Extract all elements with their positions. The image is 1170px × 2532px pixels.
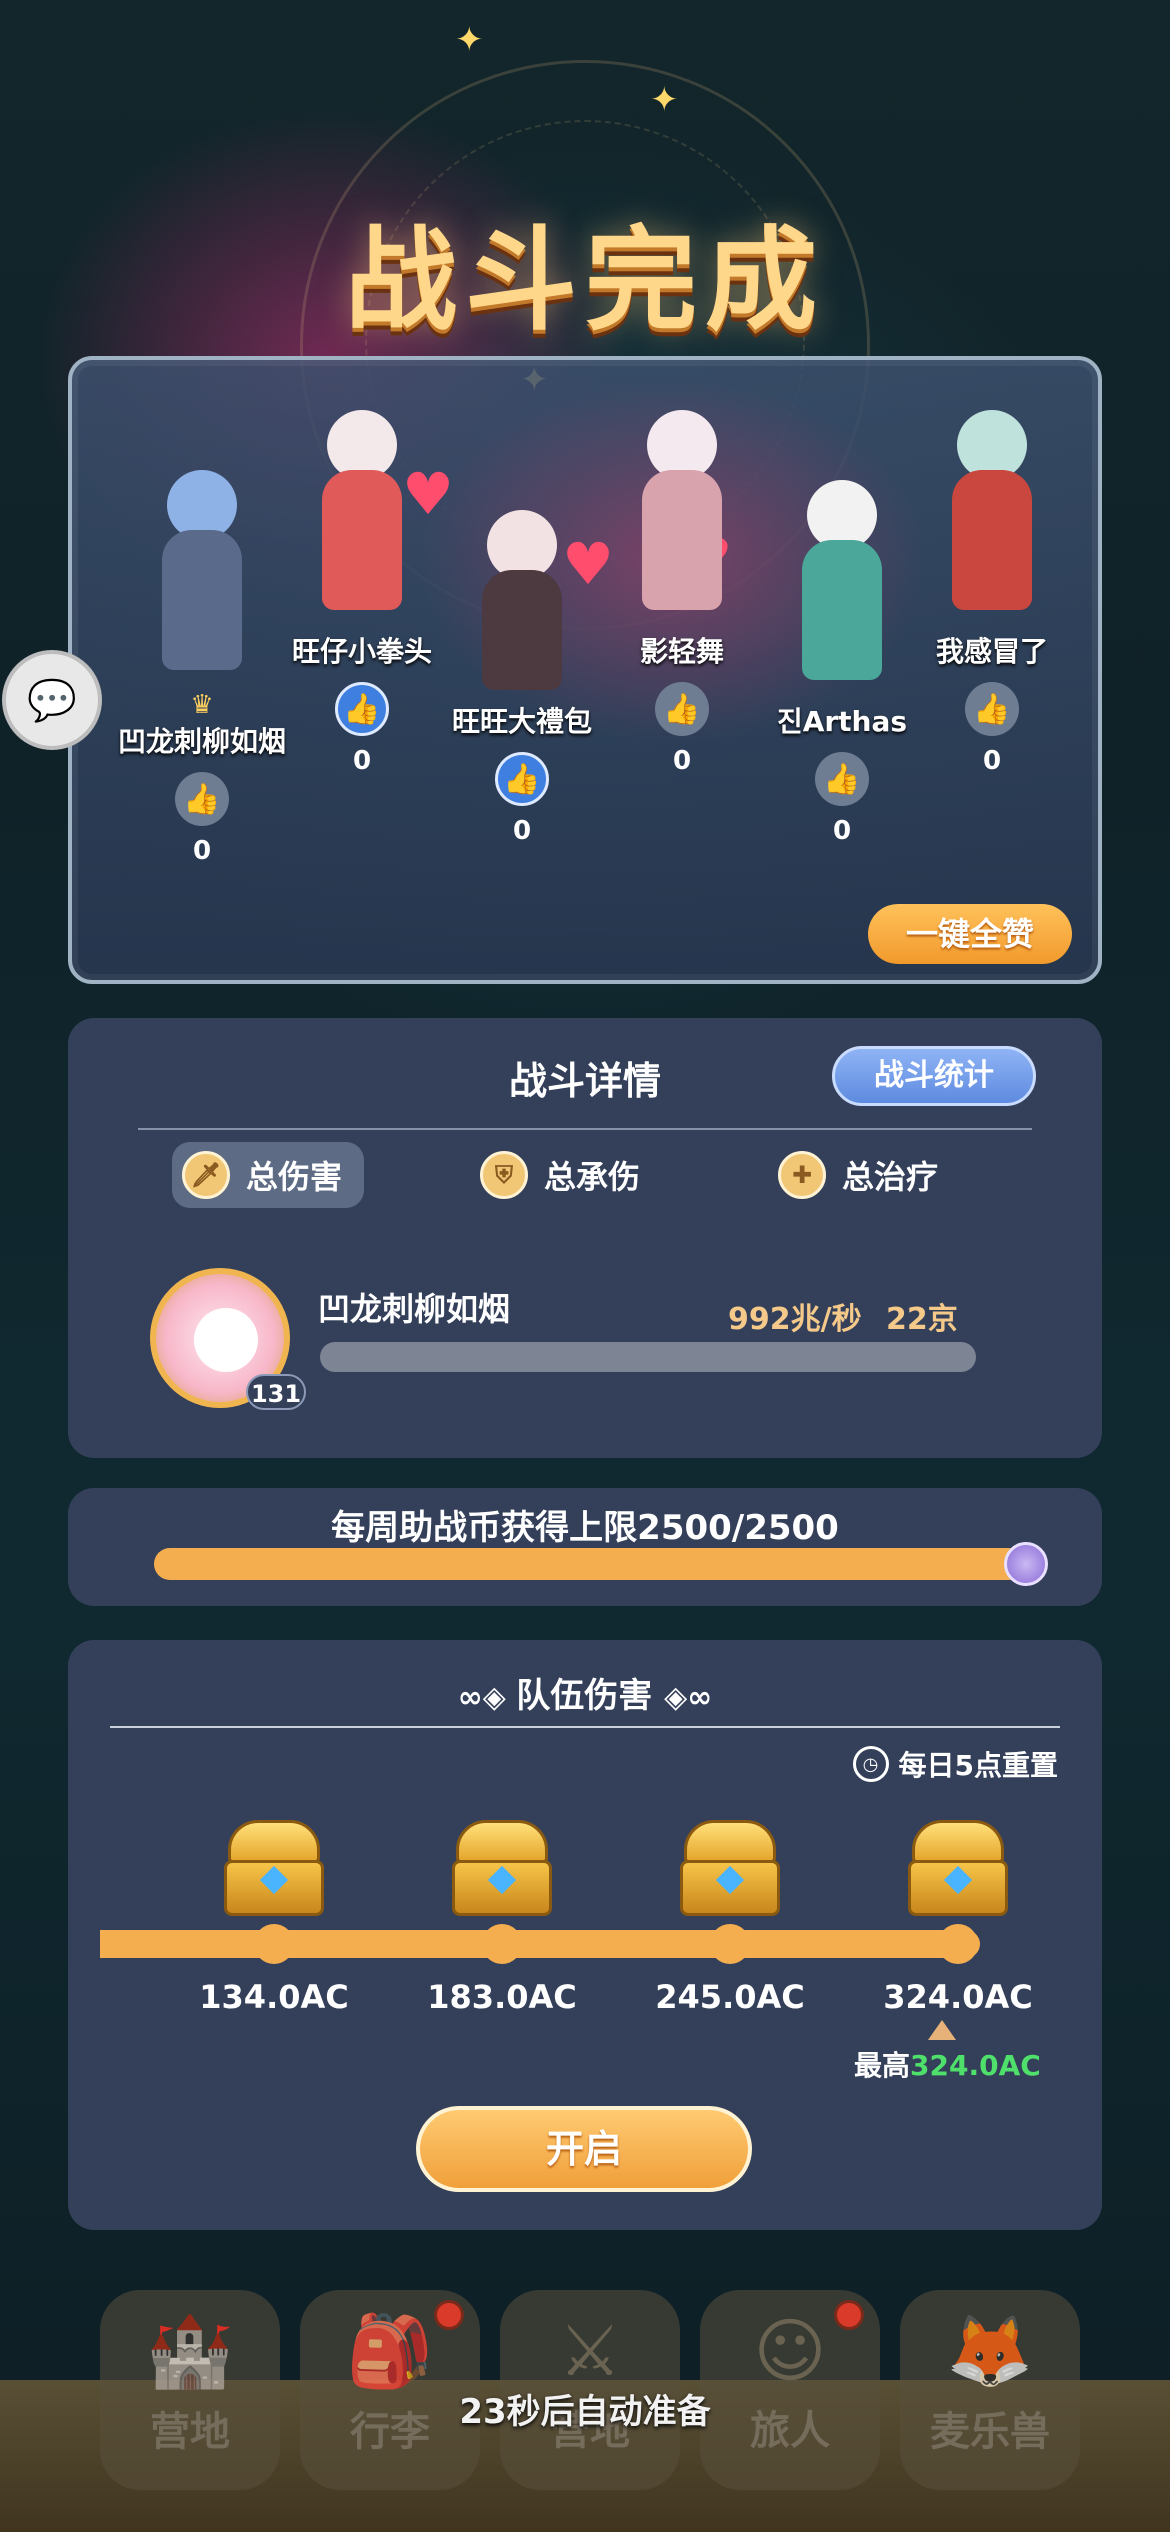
reset-text: 每日5点重置 bbox=[898, 1749, 1058, 1782]
page-title: 战斗完成 bbox=[345, 216, 825, 346]
milestone-node bbox=[938, 1924, 978, 1964]
best-record: 最高324.0AC bbox=[854, 2044, 1041, 2084]
damage-track bbox=[100, 1930, 980, 1958]
thumbs-up-icon: 👍 bbox=[663, 691, 701, 727]
chat-icon: 💬 bbox=[27, 677, 77, 724]
notification-dot bbox=[434, 2300, 464, 2330]
like-count: 0 bbox=[982, 746, 1002, 776]
dps-value: 992兆/秒 bbox=[728, 1302, 862, 1337]
weekly-progress-fill bbox=[154, 1548, 1024, 1580]
like-count: 0 bbox=[832, 816, 852, 846]
treasure-chest[interactable] bbox=[908, 1820, 1008, 1916]
weekly-progress-bar bbox=[154, 1548, 1024, 1580]
hero-portrait bbox=[137, 460, 267, 690]
open-button[interactable]: 开启 bbox=[416, 2106, 752, 2192]
milestone-value: 324.0AC bbox=[883, 1978, 1033, 2016]
hero-card: 我感冒了 👍 0 bbox=[882, 400, 1102, 776]
beast-icon: 🦊 bbox=[946, 2310, 1034, 2392]
tab-total-damage[interactable]: 🗡 总伤害 bbox=[172, 1142, 365, 1208]
battle-detail-panel: 战斗详情 战斗统计 🗡 总伤害 ⛨ 总承伤 ✚ 总治疗 131 凹龙刺柳如烟 9… bbox=[68, 1018, 1102, 1458]
tab-label: 总伤害 bbox=[246, 1158, 343, 1196]
tab-total-taken[interactable]: ⛨ 总承伤 bbox=[470, 1142, 662, 1208]
ornament-icon: ∞◈ bbox=[457, 1680, 517, 1715]
hero-portrait bbox=[297, 400, 427, 630]
player-damage: 992兆/秒 22京 bbox=[728, 1294, 958, 1338]
team-damage-panel: ∞◈ 队伍伤害 ◈∞ ◷ 每日5点重置 134.0AC 183.0AC 245.… bbox=[68, 1640, 1102, 2230]
thumbs-up-icon: 👍 bbox=[343, 691, 381, 727]
best-value: 324.0AC bbox=[910, 2049, 1041, 2082]
divider bbox=[138, 1128, 1032, 1130]
hero-name: 我感冒了 bbox=[935, 635, 1048, 668]
swords-icon: ⚔ bbox=[558, 2310, 622, 2392]
like-button[interactable]: 👍 bbox=[815, 752, 869, 806]
player-name: 凹龙刺柳如烟 bbox=[318, 1290, 511, 1328]
weekly-limit-panel: 每周助战币获得上限2500/2500 bbox=[68, 1488, 1102, 1606]
notification-dot bbox=[834, 2300, 864, 2330]
team-heroes-panel: ♥ ♥ ♥ ♛ 凹龙刺柳如烟 👍 0 旺仔小拳头 👍 0 旺旺大禮包 👍 0 bbox=[68, 356, 1102, 984]
milestone-node bbox=[482, 1924, 522, 1964]
milestone-value: 183.0AC bbox=[427, 1978, 577, 2016]
ornament-icon: ◈∞ bbox=[664, 1680, 713, 1715]
like-button[interactable]: 👍 bbox=[965, 682, 1019, 736]
thumbs-up-icon: 👍 bbox=[503, 761, 541, 797]
treasure-chest[interactable] bbox=[224, 1820, 324, 1916]
star-icon: ✦ bbox=[650, 80, 679, 120]
sword-icon: 🗡 bbox=[182, 1151, 230, 1199]
treasure-chest[interactable] bbox=[452, 1820, 552, 1916]
best-label: 最高 bbox=[854, 2049, 911, 2082]
damage-bar bbox=[320, 1342, 976, 1372]
team-damage-label: 队伍伤害 bbox=[516, 1676, 653, 1716]
like-button[interactable]: 👍 bbox=[495, 752, 549, 806]
avatar-face bbox=[194, 1308, 258, 1372]
like-button[interactable]: 👍 bbox=[335, 682, 389, 736]
hero-portrait bbox=[617, 400, 747, 630]
star-icon: ✦ bbox=[455, 20, 484, 60]
like-all-button[interactable]: 一键全赞 bbox=[868, 904, 1072, 964]
reset-info: ◷ 每日5点重置 bbox=[852, 1744, 1058, 1784]
best-marker-icon bbox=[928, 2020, 956, 2040]
milestone-node bbox=[710, 1924, 750, 1964]
thumbs-up-icon: 👍 bbox=[823, 761, 861, 797]
heal-icon: ✚ bbox=[778, 1151, 826, 1199]
battle-stats-button[interactable]: 战斗统计 bbox=[832, 1046, 1036, 1106]
like-button[interactable]: 👍 bbox=[175, 772, 229, 826]
like-count: 0 bbox=[512, 816, 532, 846]
clock-icon: ◷ bbox=[852, 1746, 889, 1782]
weekly-limit-text: 每周助战币获得上限2500/2500 bbox=[331, 1508, 839, 1548]
hero-portrait bbox=[927, 400, 1057, 630]
divider bbox=[110, 1726, 1060, 1728]
shield-icon: ⛨ bbox=[480, 1151, 528, 1199]
level-badge: 131 bbox=[246, 1374, 306, 1410]
like-count: 0 bbox=[192, 836, 212, 866]
castle-icon: 🏰 bbox=[146, 2310, 234, 2392]
team-damage-title: ∞◈ 队伍伤害 ◈∞ bbox=[68, 1668, 1102, 1717]
avatar[interactable]: 131 bbox=[150, 1268, 306, 1410]
auto-ready-countdown: 23秒后自动准备 bbox=[459, 2392, 711, 2432]
chat-button[interactable]: 💬 bbox=[2, 650, 102, 750]
milestone-value: 134.0AC bbox=[199, 1978, 349, 2016]
tab-total-heal[interactable]: ✚ 总治疗 bbox=[768, 1142, 960, 1208]
tab-label: 总承伤 bbox=[544, 1158, 641, 1196]
milestone-value: 245.0AC bbox=[655, 1978, 805, 2016]
coin-icon bbox=[1004, 1542, 1048, 1586]
crown-icon: ♛ bbox=[190, 690, 214, 720]
treasure-chest[interactable] bbox=[680, 1820, 780, 1916]
thumbs-up-icon: 👍 bbox=[973, 691, 1011, 727]
total-damage-value: 22京 bbox=[886, 1302, 958, 1337]
thumbs-up-icon: 👍 bbox=[183, 781, 221, 817]
hero-portrait bbox=[457, 500, 587, 700]
like-button[interactable]: 👍 bbox=[655, 682, 709, 736]
tab-label: 总治疗 bbox=[842, 1158, 939, 1196]
milestone-node bbox=[254, 1924, 294, 1964]
